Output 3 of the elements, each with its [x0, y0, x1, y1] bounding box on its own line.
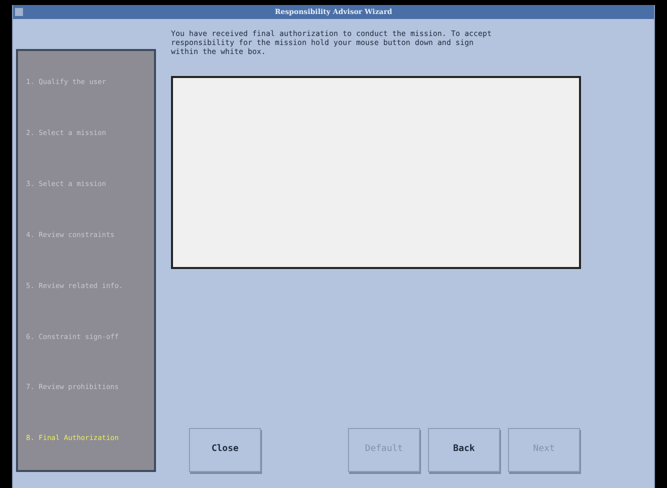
wizard-button[interactable]: Back [428, 428, 500, 472]
wizard-button[interactable]: Close [189, 428, 261, 472]
signature-box[interactable] [171, 76, 581, 269]
